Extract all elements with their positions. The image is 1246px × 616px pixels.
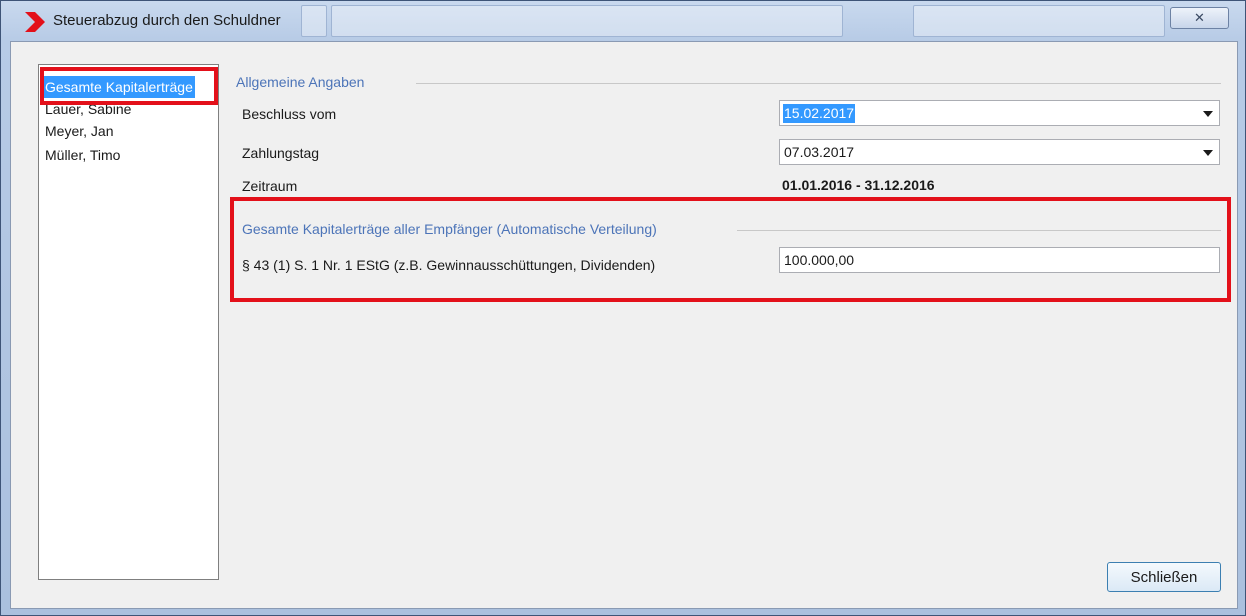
sidebar-item-meyer-jan[interactable]: Meyer, Jan: [43, 120, 115, 142]
group-title-allgemeine-angaben: Allgemeine Angaben: [236, 74, 365, 90]
sidebar-item-mueller-timo[interactable]: Müller, Timo: [43, 144, 122, 166]
close-icon: ✕: [1194, 10, 1205, 25]
sidebar-item-lauer-sabine[interactable]: Lauer, Sabine: [43, 98, 133, 120]
background-artifact: [301, 5, 327, 37]
window-title: Steuerabzug durch den Schuldner: [53, 12, 281, 29]
beschluss-date-select[interactable]: 15.02.2017: [779, 100, 1220, 126]
title-bar: Steuerabzug durch den Schuldner ✕: [1, 1, 1245, 41]
group-divider: [416, 83, 1221, 84]
zahlungstag-date-select[interactable]: 07.03.2017: [779, 139, 1220, 165]
chevron-down-icon[interactable]: [1203, 150, 1213, 156]
zahlungstag-date-value: 07.03.2017: [784, 144, 855, 160]
sidebar-item-gesamte-kapitalertraege[interactable]: Gesamte Kapitalerträge: [43, 76, 195, 98]
recipient-list: Gesamte Kapitalerträge Lauer, Sabine Mey…: [38, 64, 219, 580]
zahlungstag-label: Zahlungstag: [242, 145, 320, 161]
dialog-window: Steuerabzug durch den Schuldner ✕ Gesamt…: [0, 0, 1246, 616]
background-artifact: [913, 5, 1165, 37]
chevron-down-icon[interactable]: [1203, 111, 1213, 117]
group-divider: [737, 230, 1221, 231]
close-window-button[interactable]: ✕: [1170, 7, 1229, 29]
client-area: Gesamte Kapitalerträge Lauer, Sabine Mey…: [10, 41, 1238, 609]
zeitraum-label: Zeitraum: [242, 178, 298, 194]
beschluss-date-value: 15.02.2017: [783, 104, 856, 123]
paragraph-43-label: § 43 (1) S. 1 Nr. 1 EStG (z.B. Gewinnaus…: [242, 257, 656, 273]
zeitraum-value: 01.01.2016 - 31.12.2016: [782, 177, 935, 193]
schliessen-button[interactable]: Schließen: [1107, 562, 1221, 592]
red-chevron-icon: [23, 12, 47, 37]
group-title-kapitalertraege: Gesamte Kapitalerträge aller Empfänger (…: [242, 221, 657, 237]
kapitalertraege-amount-input[interactable]: 100.000,00: [779, 247, 1220, 273]
beschluss-label: Beschluss vom: [242, 106, 337, 122]
background-artifact: [331, 5, 843, 37]
